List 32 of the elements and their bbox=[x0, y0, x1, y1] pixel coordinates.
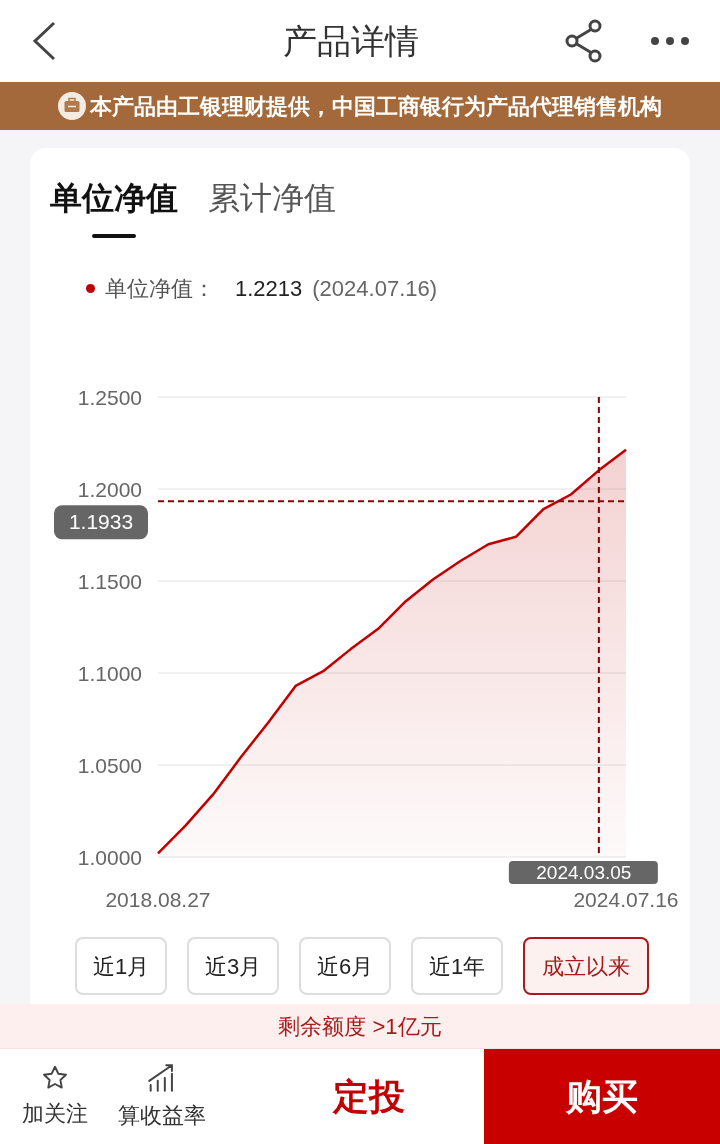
tab[interactable]: 累计净值 bbox=[208, 174, 336, 238]
share-icon[interactable] bbox=[564, 19, 604, 63]
bottom-action[interactable]: 加关注 bbox=[22, 1049, 88, 1144]
page-title: 产品详情 bbox=[282, 20, 420, 62]
range-button[interactable]: 近1年 bbox=[411, 937, 503, 995]
range-button[interactable]: 成立以来 bbox=[523, 937, 649, 995]
tab[interactable]: 单位净值 bbox=[50, 174, 178, 238]
buy-button[interactable]: 购买 bbox=[484, 1049, 720, 1144]
range-button[interactable]: 近6月 bbox=[299, 937, 391, 995]
x-axis-label: 2024.07.16 bbox=[573, 888, 679, 911]
briefcase-icon bbox=[58, 92, 86, 120]
range-button[interactable]: 近3月 bbox=[187, 937, 279, 995]
back-icon[interactable] bbox=[30, 21, 58, 61]
legend-value: 1.2213 bbox=[235, 275, 303, 303]
y-axis-label: 1.2000 bbox=[77, 477, 142, 501]
legend-label: 单位净值： bbox=[105, 275, 215, 303]
remaining-quota: 剩余额度 >1亿元 bbox=[0, 1004, 720, 1048]
plan-button[interactable]: 定投 bbox=[254, 1049, 484, 1144]
y-axis-label: 1.2500 bbox=[77, 385, 142, 409]
bottom-action[interactable]: 算收益率 bbox=[118, 1049, 206, 1144]
y-axis-label: 1.0500 bbox=[77, 753, 142, 777]
x-axis-label: 2018.08.27 bbox=[105, 888, 211, 911]
more-icon[interactable] bbox=[650, 36, 690, 46]
date-tooltip: 2024.03.05 bbox=[508, 861, 658, 884]
y-axis-label: 1.1000 bbox=[77, 661, 142, 685]
y-value-tooltip: 1.1933 bbox=[54, 505, 148, 540]
range-button[interactable]: 近1月 bbox=[75, 937, 167, 995]
ref-line-label: 1.1933 bbox=[68, 510, 134, 534]
y-axis-label: 1.0000 bbox=[77, 845, 142, 869]
legend-date: (2024.07.16) bbox=[312, 275, 438, 303]
banner-text: 本产品由工银理财提供，中国工商银行为产品代理销售机构 bbox=[90, 92, 662, 121]
y-axis-label: 1.1500 bbox=[77, 569, 142, 593]
